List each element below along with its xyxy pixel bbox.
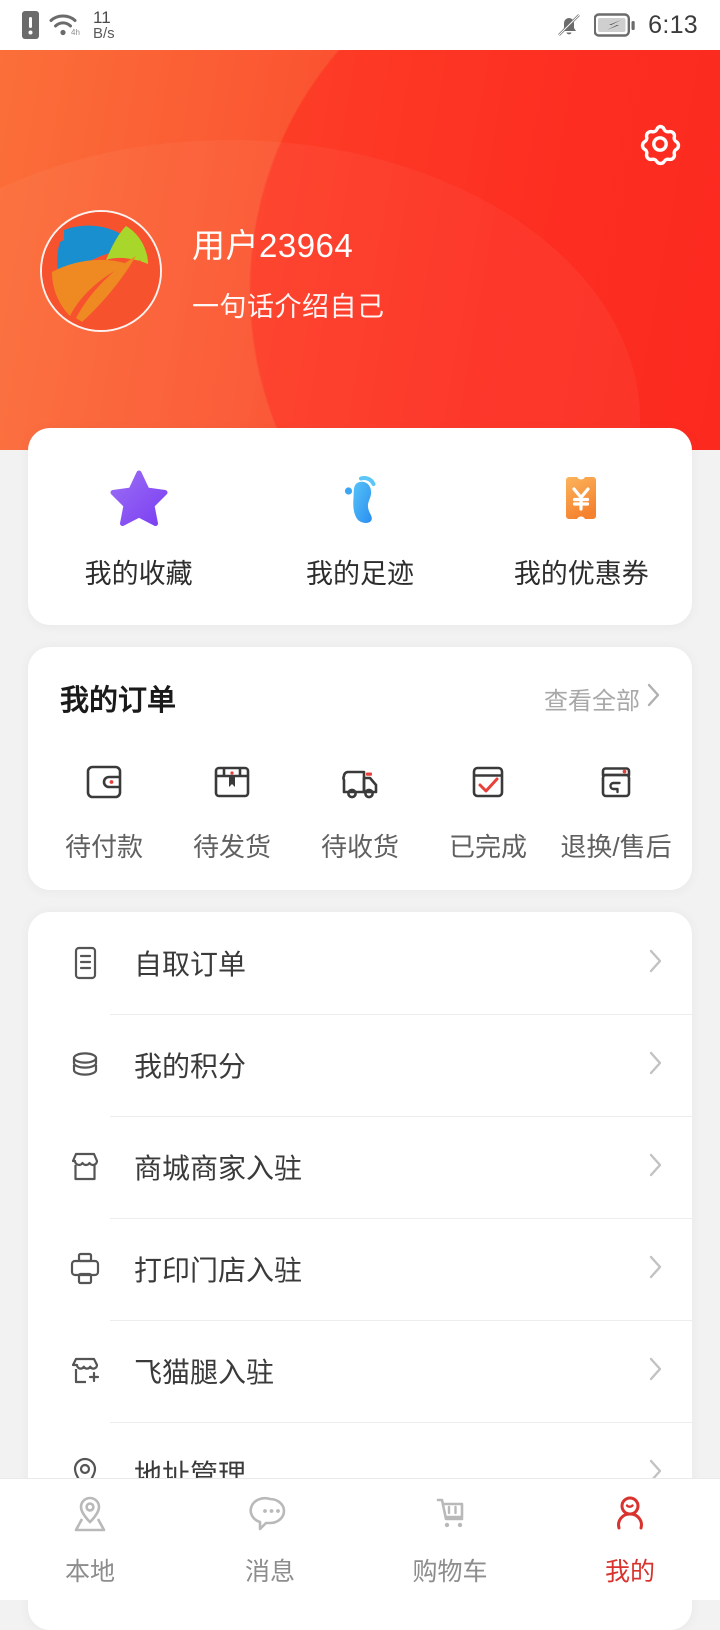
order-status-label: 待付款 — [64, 832, 143, 862]
chevron-right-icon — [647, 1049, 664, 1082]
tab-messages[interactable]: 消息 — [180, 1479, 360, 1600]
profile-text: 用户23964 一句话介绍自己 — [192, 219, 385, 324]
return-box-icon — [591, 755, 641, 809]
printer-icon — [62, 1250, 108, 1288]
chevron-right-icon — [647, 1355, 664, 1388]
chevron-right-icon — [646, 682, 662, 715]
chat-bubble-icon — [247, 1491, 293, 1542]
quick-action-label: 我的优惠券 — [513, 559, 649, 589]
order-status-label: 待发货 — [192, 832, 271, 862]
shopping-cart-icon — [427, 1491, 473, 1542]
tab-cart[interactable]: 购物车 — [360, 1479, 540, 1600]
gear-icon — [637, 121, 683, 172]
sim-alert-icon — [22, 11, 39, 39]
wallet-icon — [79, 755, 129, 809]
battery-charging-icon — [594, 12, 636, 38]
status-bar-left: 4h 11 B/s — [22, 7, 115, 43]
menu-item-label: 商城商家入驻 — [134, 1153, 303, 1184]
view-all-orders-button[interactable]: 查看全部 — [544, 681, 662, 716]
order-status-label: 退换/售后 — [560, 832, 672, 862]
clock-time: 6:13 — [648, 10, 698, 39]
order-status-pending-payment[interactable]: 待付款 — [40, 755, 168, 864]
tab-local[interactable]: 本地 — [0, 1479, 180, 1600]
avatar[interactable] — [40, 210, 162, 332]
order-status-completed[interactable]: 已完成 — [424, 755, 552, 864]
tab-label: 购物车 — [412, 1558, 488, 1586]
tab-label: 我的 — [604, 1558, 655, 1586]
svg-text:4h: 4h — [71, 28, 80, 37]
menu-item-self-pickup-orders[interactable]: 自取订单 — [28, 912, 692, 1014]
chevron-right-icon — [647, 947, 664, 980]
quick-action-label: 我的收藏 — [84, 559, 193, 589]
person-icon — [607, 1491, 653, 1542]
package-box-icon — [207, 755, 257, 809]
checkbox-checked-icon — [463, 755, 513, 809]
document-icon — [62, 944, 108, 982]
order-status-pending-receipt[interactable]: 待收货 — [296, 755, 424, 864]
network-speed-value: 11 — [93, 7, 111, 27]
order-status-pending-shipment[interactable]: 待发货 — [168, 755, 296, 864]
coupon-icon — [552, 466, 610, 530]
quick-action-favorites[interactable]: 我的收藏 — [28, 466, 249, 591]
order-status-label: 待收货 — [320, 832, 399, 862]
menu-item-feimaotui-entry[interactable]: 飞猫腿入驻 — [28, 1320, 692, 1422]
status-bar: 4h 11 B/s 6:13 — [0, 0, 720, 50]
menu-item-my-points[interactable]: 我的积分 — [28, 1014, 692, 1116]
order-status-label: 已完成 — [448, 832, 527, 862]
tab-label: 消息 — [244, 1558, 295, 1586]
quick-actions-row: 我的收藏 我的足迹 我的优惠券 — [28, 466, 692, 591]
store-add-icon — [62, 1352, 108, 1390]
wifi-icon: 4h — [48, 11, 82, 39]
status-bar-right: 6:13 — [556, 11, 698, 40]
quick-action-label: 我的足迹 — [305, 559, 414, 589]
bottom-tab-bar: 本地 消息 购物车 我的 — [0, 1478, 720, 1600]
quick-action-footprints[interactable]: 我的足迹 — [249, 466, 470, 591]
menu-item-label: 我的积分 — [134, 1051, 247, 1082]
orders-card: 我的订单 查看全部 待付款 待发货 待收货 已完成 退换/售后 — [28, 647, 692, 890]
order-status-returns[interactable]: 退换/售后 — [552, 755, 680, 864]
menu-item-label: 飞猫腿入驻 — [134, 1357, 275, 1388]
tab-label: 本地 — [64, 1558, 115, 1586]
delivery-truck-icon — [335, 755, 385, 809]
settings-button[interactable] — [632, 118, 688, 174]
quick-action-coupons[interactable]: 我的优惠券 — [471, 466, 692, 591]
username: 用户23964 — [192, 226, 354, 264]
profile-block[interactable]: 用户23964 一句话介绍自己 — [40, 210, 385, 332]
menu-item-label: 自取订单 — [134, 949, 247, 980]
menu-item-mall-merchant-entry[interactable]: 商城商家入驻 — [28, 1116, 692, 1218]
quick-actions-card: 我的收藏 我的足迹 我的优惠券 — [28, 428, 692, 625]
orders-title: 我的订单 — [60, 685, 177, 717]
chevron-right-icon — [647, 1151, 664, 1184]
user-bio: 一句话介绍自己 — [192, 291, 385, 322]
star-icon — [110, 466, 168, 530]
profile-header: 用户23964 一句话介绍自己 — [0, 50, 720, 450]
bell-muted-icon — [556, 11, 582, 39]
menu-item-label: 打印门店入驻 — [134, 1255, 303, 1286]
network-speed-unit: B/s — [93, 25, 115, 43]
menu-item-print-shop-entry[interactable]: 打印门店入驻 — [28, 1218, 692, 1320]
network-speed: 11 B/s — [93, 7, 115, 43]
map-pin-icon — [67, 1491, 113, 1542]
order-status-row: 待付款 待发货 待收货 已完成 退换/售后 — [28, 755, 692, 864]
orders-header: 我的订单 查看全部 — [28, 677, 692, 719]
store-icon — [62, 1148, 108, 1186]
tab-mine[interactable]: 我的 — [540, 1479, 720, 1600]
view-all-label: 查看全部 — [544, 687, 640, 715]
coins-stack-icon — [62, 1046, 108, 1084]
footprint-icon — [331, 466, 389, 530]
chevron-right-icon — [647, 1253, 664, 1286]
